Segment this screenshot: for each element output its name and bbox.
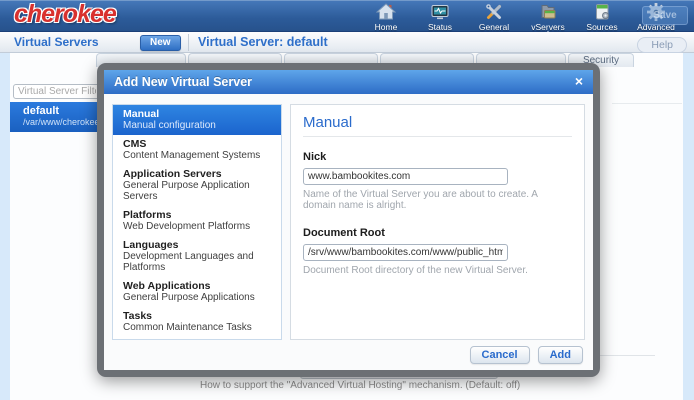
category-tasks[interactable]: Tasks Common Maintenance Tasks	[113, 307, 281, 337]
nav-item-vservers[interactable]: vServers	[526, 2, 570, 32]
header-separator	[188, 34, 189, 51]
nav-item-general[interactable]: General	[472, 2, 516, 32]
category-title: CMS	[123, 138, 273, 150]
category-cms[interactable]: CMS Content Management Systems	[113, 135, 281, 165]
category-subtitle: Content Management Systems	[123, 150, 273, 161]
category-manual[interactable]: Manual Manual configuration	[113, 105, 281, 135]
top-navigation-bar: cherokee Home Status	[0, 0, 694, 32]
vservers-icon	[538, 2, 558, 22]
add-button[interactable]: Add	[538, 346, 583, 364]
cherokee-logo[interactable]: cherokee	[14, 0, 116, 29]
new-virtual-server-button[interactable]: New	[140, 35, 181, 51]
category-subtitle: Common Maintenance Tasks	[123, 322, 273, 333]
nick-label: Nick	[303, 151, 572, 163]
nav-label: General	[479, 22, 509, 32]
save-button[interactable]: Save	[642, 6, 688, 25]
nick-input[interactable]	[303, 168, 508, 185]
category-title: Tasks	[123, 310, 273, 322]
wizard-category-list: Manual Manual configuration CMS Content …	[112, 104, 282, 340]
nick-help-text: Name of the Virtual Server you are about…	[303, 189, 572, 211]
category-title: Languages	[123, 239, 273, 251]
category-title: Application Servers	[123, 168, 273, 180]
nav-label: Status	[428, 22, 452, 32]
category-title: Platforms	[123, 209, 273, 221]
close-icon[interactable]: ×	[575, 70, 583, 93]
document-root-help-text: Document Root directory of the new Virtu…	[303, 265, 572, 276]
nav-item-home[interactable]: Home	[364, 2, 408, 32]
category-subtitle: Manual configuration	[123, 120, 273, 131]
sources-icon	[592, 2, 612, 22]
category-languages[interactable]: Languages Development Languages and Plat…	[113, 236, 281, 277]
nav-label: Sources	[586, 22, 617, 32]
content-divider	[598, 355, 655, 356]
method-help-text: How to support the "Advanced Virtual Hos…	[200, 380, 520, 391]
document-root-input[interactable]	[303, 244, 508, 261]
cancel-button[interactable]: Cancel	[470, 346, 530, 364]
document-root-label: Document Root	[303, 227, 572, 239]
document-root-field-group: Document Root Document Root directory of…	[303, 227, 572, 276]
category-application-servers[interactable]: Application Servers General Purpose Appl…	[113, 165, 281, 206]
dialog-title: Add New Virtual Server	[114, 70, 252, 94]
page-title: Virtual Server: default	[198, 32, 328, 53]
help-button[interactable]: Help	[637, 37, 687, 53]
general-icon	[484, 2, 504, 22]
category-title: Web Applications	[123, 280, 273, 292]
nick-field-group: Nick Name of the Virtual Server you are …	[303, 151, 572, 211]
category-subtitle: General Purpose Application Servers	[123, 180, 273, 202]
category-web-applications[interactable]: Web Applications General Purpose Applica…	[113, 277, 281, 307]
dialog-footer: Cancel Add	[470, 346, 583, 364]
main-nav: Home Status	[364, 2, 678, 32]
category-subtitle: General Purpose Applications	[123, 292, 273, 303]
content-divider	[612, 103, 682, 104]
nav-label: Home	[375, 22, 398, 32]
add-virtual-server-dialog: Add New Virtual Server × Manual Manual c…	[97, 63, 600, 377]
dialog-header: Add New Virtual Server ×	[104, 70, 593, 94]
panel-heading: Manual	[303, 114, 572, 137]
nav-item-sources[interactable]: Sources	[580, 2, 624, 32]
category-platforms[interactable]: Platforms Web Development Platforms	[113, 206, 281, 236]
dialog-body: Manual Manual configuration CMS Content …	[104, 94, 593, 370]
home-icon	[376, 2, 396, 22]
sub-header-bar: Virtual Servers New Virtual Server: defa…	[0, 32, 694, 53]
virtual-server-filter-input[interactable]	[13, 84, 101, 99]
category-subtitle: Web Development Platforms	[123, 221, 273, 232]
manual-config-panel: Manual Nick Name of the Virtual Server y…	[290, 104, 585, 340]
section-title: Virtual Servers	[14, 32, 99, 53]
category-title: Manual	[123, 108, 273, 120]
status-icon	[430, 2, 450, 22]
nav-item-status[interactable]: Status	[418, 2, 462, 32]
category-subtitle: Development Languages and Platforms	[123, 251, 273, 273]
